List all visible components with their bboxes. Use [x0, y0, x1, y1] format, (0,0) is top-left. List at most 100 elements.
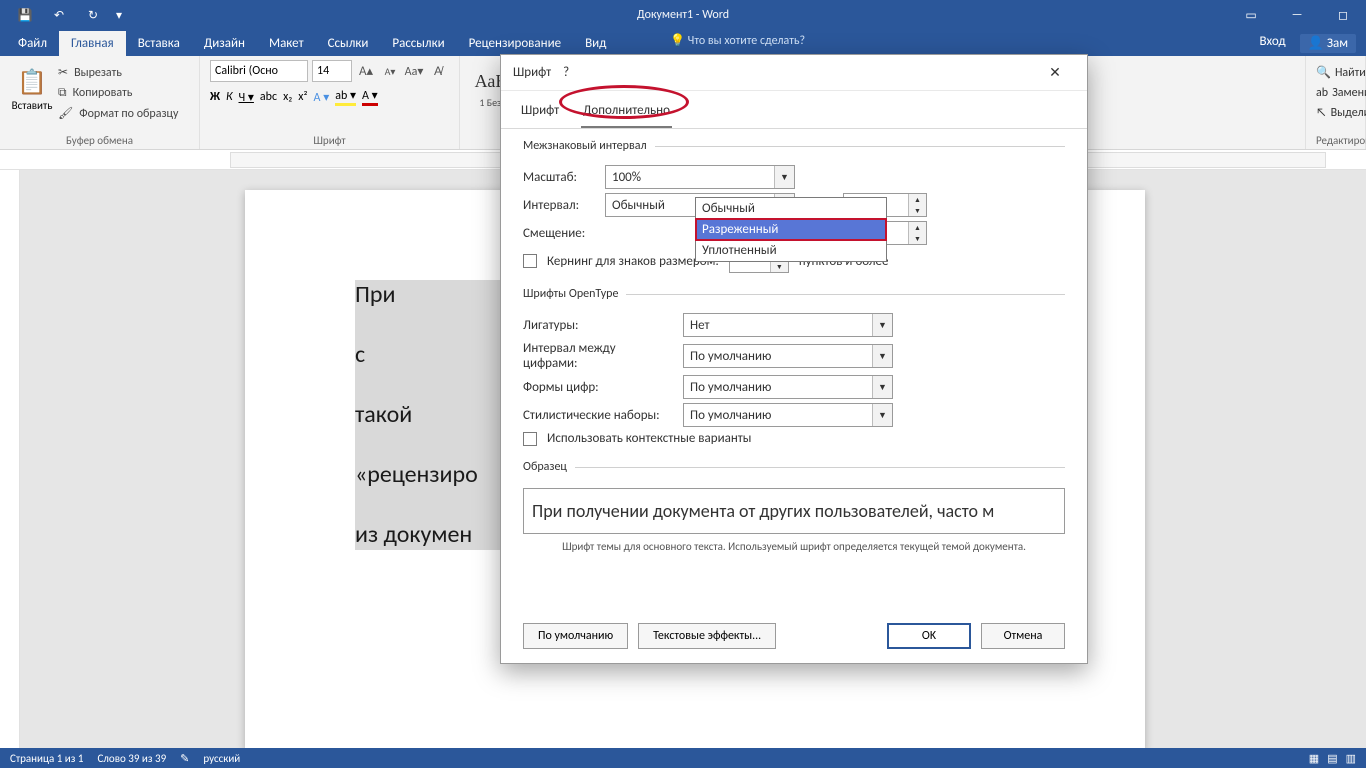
shrink-font-icon: A▾ — [385, 65, 396, 78]
num-spacing-combo[interactable]: По умолчанию▼ — [683, 344, 893, 368]
kerning-checkbox[interactable] — [523, 254, 537, 268]
context-alt-label: Использовать контекстные варианты — [547, 431, 751, 446]
preview-box: При получении документа от других пользо… — [523, 488, 1065, 534]
language-indicator[interactable]: русский — [203, 752, 240, 765]
page-indicator[interactable]: Страница 1 из 1 — [10, 752, 83, 765]
print-layout-button[interactable]: ▤ — [1327, 752, 1337, 765]
underline-button[interactable]: Ч ▾ — [239, 90, 254, 105]
format-painter-button[interactable]: 🖌Формат по образцу — [58, 105, 189, 122]
superscript-button[interactable]: x² — [298, 90, 307, 104]
num-spacing-label: Интервал между цифрами: — [523, 341, 673, 371]
option-expanded[interactable]: Разреженный — [696, 219, 886, 240]
ligatures-combo[interactable]: Нет▼ — [683, 313, 893, 337]
highlight-button[interactable]: ab ▾ — [335, 88, 356, 106]
replace-button[interactable]: abЗаменить — [1316, 85, 1355, 101]
dialog-buttons: По умолчанию Текстовые эффекты... OK Отм… — [501, 615, 1087, 663]
tab-design[interactable]: Дизайн — [192, 31, 257, 56]
share-button[interactable]: 👤 Зам — [1300, 34, 1356, 53]
font-color-button[interactable]: A ▾ — [362, 88, 378, 106]
dialog-tabs: Шрифт Дополнительно — [501, 91, 1087, 129]
group-editing: 🔍Найти abЗаменить ↖Выделить Редактирован… — [1306, 56, 1366, 149]
read-mode-button[interactable]: ▦ — [1309, 752, 1319, 765]
group-font: Calibri (Осно 14 A▴ A▾ Aa▾ A̸ Ж К Ч ▾ ab… — [200, 56, 460, 149]
statusbar: Страница 1 из 1 Слово 39 из 39 ✎ русский… — [0, 748, 1366, 768]
font-name-combo[interactable]: Calibri (Осно — [210, 60, 308, 82]
chevron-down-icon: ▼ — [872, 404, 892, 426]
spellcheck-icon[interactable]: ✎ — [180, 752, 189, 765]
redo-button[interactable]: ↻ — [76, 0, 110, 30]
bold-button[interactable]: Ж — [210, 90, 220, 104]
quick-access-toolbar: 💾 ↶ ↻ ▾ — [8, 0, 128, 30]
clear-format-button[interactable]: A̸ — [428, 61, 448, 81]
tab-view[interactable]: Вид — [573, 31, 618, 56]
close-button[interactable]: ✕ — [1035, 64, 1075, 81]
close-icon: ✕ — [1049, 64, 1061, 81]
ok-button[interactable]: OK — [887, 623, 971, 649]
qat-customize[interactable]: ▾ — [110, 0, 128, 30]
text-effects-button[interactable]: Текстовые эффекты... — [638, 623, 776, 649]
paste-button[interactable]: 📋 Вставить — [10, 60, 54, 120]
chevron-down-icon: ▾ — [116, 8, 122, 23]
tab-references[interactable]: Ссылки — [316, 31, 381, 56]
copy-icon: ⧉ — [58, 86, 67, 100]
position-label: Смещение: — [523, 226, 595, 241]
redo-icon: ↻ — [88, 8, 98, 23]
tell-me-box[interactable]: 💡 Что вы хотите сделать? — [670, 33, 805, 48]
tab-home[interactable]: Главная — [59, 31, 126, 56]
signin-button[interactable]: Вход — [1259, 34, 1285, 53]
window-title: Документ1 - Word — [637, 8, 729, 22]
word-count[interactable]: Слово 39 из 39 — [97, 752, 166, 765]
minimize-button[interactable]: — — [1274, 0, 1320, 30]
default-button[interactable]: По умолчанию — [523, 623, 628, 649]
subscript-button[interactable]: x₂ — [283, 90, 292, 104]
minimize-icon: — — [1292, 8, 1303, 22]
select-button[interactable]: ↖Выделить — [1316, 105, 1355, 121]
tab-font[interactable]: Шрифт — [519, 99, 561, 128]
num-forms-label: Формы цифр: — [523, 380, 673, 395]
section-label: Межзнаковый интервал — [523, 139, 655, 153]
ribbon-options-button[interactable]: ▭ — [1228, 0, 1274, 30]
tab-insert[interactable]: Вставка — [126, 31, 192, 56]
chevron-up-icon: ▲ — [909, 222, 926, 233]
tab-review[interactable]: Рецензирование — [457, 31, 573, 56]
strike-button[interactable]: abc — [260, 90, 277, 104]
web-layout-button[interactable]: ▥ — [1346, 752, 1356, 765]
group-clipboard: 📋 Вставить ✂Вырезать ⧉Копировать 🖌Формат… — [0, 56, 200, 149]
undo-button[interactable]: ↶ — [42, 0, 76, 30]
font-dialog: Шрифт ? ✕ Шрифт Дополнительно Межзнаковы… — [500, 54, 1088, 664]
option-condensed[interactable]: Уплотненный — [696, 240, 886, 261]
dialog-body: Межзнаковый интервал Масштаб: 100%▼ Инте… — [501, 129, 1087, 615]
dialog-titlebar[interactable]: Шрифт ? ✕ — [501, 55, 1087, 91]
copy-button[interactable]: ⧉Копировать — [58, 85, 189, 101]
option-normal[interactable]: Обычный — [696, 198, 886, 219]
case-icon: Aa▾ — [405, 64, 424, 79]
tab-mailings[interactable]: Рассылки — [380, 31, 456, 56]
tab-advanced[interactable]: Дополнительно — [581, 99, 672, 128]
style-sets-combo[interactable]: По умолчанию▼ — [683, 403, 893, 427]
style-sets-label: Стилистические наборы: — [523, 408, 673, 423]
maximize-button[interactable]: ◻ — [1320, 0, 1366, 30]
cut-button[interactable]: ✂Вырезать — [58, 64, 189, 81]
maximize-icon: ◻ — [1338, 8, 1348, 23]
font-size-combo[interactable]: 14 — [312, 60, 352, 82]
change-case-button[interactable]: Aa▾ — [404, 61, 424, 81]
help-button[interactable]: ? — [551, 65, 581, 80]
undo-icon: ↶ — [54, 8, 64, 23]
cursor-icon: ↖ — [1316, 106, 1327, 120]
find-button[interactable]: 🔍Найти — [1316, 64, 1355, 81]
vertical-ruler[interactable] — [0, 170, 20, 748]
chevron-up-icon: ▲ — [909, 194, 926, 205]
shrink-font-button[interactable]: A▾ — [380, 61, 400, 81]
scale-combo[interactable]: 100%▼ — [605, 165, 795, 189]
cancel-button[interactable]: Отмена — [981, 623, 1065, 649]
group-label: Редактирование — [1316, 132, 1355, 147]
italic-button[interactable]: К — [226, 90, 233, 104]
grow-font-button[interactable]: A▴ — [356, 61, 376, 81]
tab-layout[interactable]: Макет — [257, 31, 316, 56]
tab-file[interactable]: Файл — [6, 31, 59, 56]
num-forms-combo[interactable]: По умолчанию▼ — [683, 375, 893, 399]
paste-icon: 📋 — [17, 68, 47, 97]
text-effects-button[interactable]: A ▾ — [314, 90, 330, 105]
context-alt-checkbox[interactable] — [523, 432, 537, 446]
save-button[interactable]: 💾 — [8, 0, 42, 30]
